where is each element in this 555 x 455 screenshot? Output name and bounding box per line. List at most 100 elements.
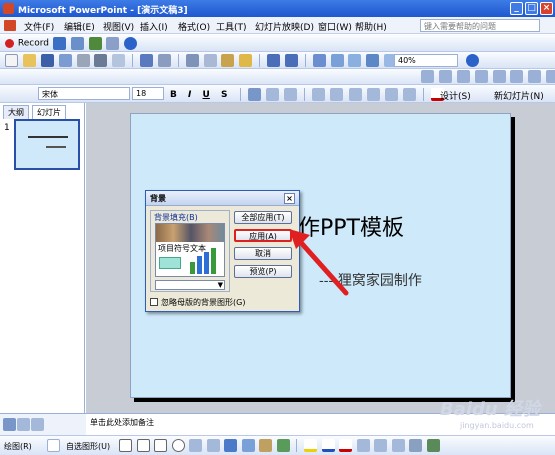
- tab-outline[interactable]: 大纲: [3, 105, 29, 119]
- menu-insert[interactable]: 插入(I): [140, 20, 168, 33]
- shadow-button[interactable]: S: [221, 90, 227, 100]
- permission-icon[interactable]: [58, 54, 72, 67]
- copy-icon[interactable]: [203, 54, 217, 67]
- arrow-style-icon[interactable]: [391, 439, 405, 452]
- undo-icon[interactable]: [267, 54, 280, 67]
- picture-icon-2[interactable]: [438, 70, 452, 83]
- 3d-style-icon[interactable]: [426, 439, 440, 452]
- font-color-icon-2[interactable]: [339, 439, 353, 452]
- slide-thumbnail[interactable]: [14, 119, 80, 170]
- picture-icon-6[interactable]: [510, 70, 524, 83]
- clipart-icon[interactable]: [259, 439, 273, 452]
- grid-icon[interactable]: [366, 54, 380, 67]
- vertical-textbox-icon[interactable]: [206, 439, 220, 452]
- omit-master-graphics-checkbox[interactable]: [150, 298, 158, 306]
- increase-indent-icon[interactable]: [403, 88, 416, 101]
- autoshapes-menu[interactable]: 自选图形(U): [66, 441, 110, 452]
- help-icon-2[interactable]: [466, 54, 479, 67]
- minimize-button[interactable]: _: [510, 2, 523, 15]
- slide-sorter-icon[interactable]: [17, 418, 30, 431]
- chart-icon[interactable]: [312, 54, 326, 67]
- paste-icon[interactable]: [221, 54, 235, 67]
- align-right-icon[interactable]: [284, 88, 298, 101]
- dash-style-icon[interactable]: [374, 439, 388, 452]
- menu-format[interactable]: 格式(O): [178, 20, 210, 33]
- maximize-button[interactable]: □: [525, 2, 538, 15]
- menu-help[interactable]: 帮助(H): [355, 20, 387, 33]
- spelling-icon[interactable]: [140, 54, 153, 67]
- picture-icon-3[interactable]: [456, 70, 470, 83]
- wordart-icon[interactable]: [224, 439, 238, 452]
- slideshow-icon[interactable]: [31, 418, 44, 431]
- rectangle-icon[interactable]: [154, 439, 168, 452]
- new-slide-button[interactable]: 新幻灯片(N): [494, 89, 544, 102]
- font-size-select[interactable]: 18: [132, 87, 164, 100]
- email-icon[interactable]: [76, 54, 90, 67]
- normal-view-icon[interactable]: [3, 418, 16, 431]
- textbox-icon[interactable]: [189, 439, 203, 452]
- help-search-input[interactable]: 键入需要帮助的问题: [420, 19, 540, 32]
- research-icon[interactable]: [157, 54, 171, 67]
- bullets-icon[interactable]: [330, 88, 344, 101]
- close-button[interactable]: ×: [540, 2, 553, 15]
- dialog-close-button[interactable]: ×: [284, 193, 295, 204]
- picture-icon-7[interactable]: [528, 70, 542, 83]
- macro-icon[interactable]: [52, 37, 66, 50]
- slides-panel: 大纲 幻灯片 1: [0, 103, 85, 413]
- italic-button[interactable]: I: [188, 90, 191, 100]
- menu-view[interactable]: 视图(V): [103, 20, 134, 33]
- menu-edit[interactable]: 编辑(E): [64, 20, 95, 33]
- redo-icon[interactable]: [284, 54, 298, 67]
- font-name-select[interactable]: 宋体: [38, 87, 130, 100]
- edit-icon[interactable]: [70, 37, 84, 50]
- table-icon[interactable]: [330, 54, 344, 67]
- decrease-indent-icon[interactable]: [384, 88, 398, 101]
- arrow-icon[interactable]: [136, 439, 150, 452]
- cancel-button[interactable]: 取消: [234, 247, 292, 260]
- align-center-icon[interactable]: [265, 88, 279, 101]
- numbering-icon[interactable]: [312, 88, 326, 101]
- line-style-icon[interactable]: [356, 439, 370, 452]
- shadow-style-icon[interactable]: [409, 439, 423, 452]
- format-painter-icon[interactable]: [239, 54, 253, 67]
- zoom-select[interactable]: 40%: [394, 54, 458, 67]
- decrease-font-icon[interactable]: [366, 88, 380, 101]
- print-preview-icon[interactable]: [112, 54, 126, 67]
- fill-color-select[interactable]: ▼: [155, 280, 225, 290]
- menu-window[interactable]: 窗口(W): [318, 20, 352, 33]
- diagram-icon[interactable]: [241, 439, 255, 452]
- picture-icon-5[interactable]: [492, 70, 506, 83]
- tables-borders-icon[interactable]: [348, 54, 362, 67]
- new-icon[interactable]: [5, 54, 18, 67]
- print-icon[interactable]: [94, 54, 108, 67]
- tab-slides[interactable]: 幻灯片: [32, 105, 66, 119]
- line-icon[interactable]: [119, 439, 132, 452]
- select-objects-icon[interactable]: [47, 439, 60, 452]
- picture-icon-1[interactable]: [421, 70, 434, 83]
- menu-tools[interactable]: 工具(T): [216, 20, 247, 33]
- align-left-icon[interactable]: [247, 88, 261, 101]
- record-button[interactable]: Record: [18, 39, 49, 49]
- options-icon[interactable]: [106, 37, 120, 50]
- save-icon[interactable]: [40, 54, 54, 67]
- oval-icon[interactable]: [171, 439, 185, 452]
- open-icon[interactable]: [22, 54, 36, 67]
- fill-color-icon[interactable]: [304, 439, 318, 452]
- picture-icon-4[interactable]: [474, 70, 488, 83]
- draw-menu[interactable]: 绘图(R): [4, 441, 32, 452]
- underline-button[interactable]: U: [203, 90, 210, 100]
- preview-button[interactable]: 预览(P): [234, 265, 292, 278]
- help-icon[interactable]: [124, 37, 138, 50]
- menu-file[interactable]: 文件(F): [24, 20, 54, 33]
- apply-button[interactable]: 应用(A): [234, 229, 292, 242]
- bold-button[interactable]: B: [170, 90, 177, 100]
- increase-font-icon[interactable]: [348, 88, 362, 101]
- insert-picture-icon[interactable]: [276, 439, 290, 452]
- menu-slideshow[interactable]: 幻灯片放映(D): [255, 20, 314, 33]
- picture-icon-8[interactable]: [546, 70, 555, 83]
- line-color-icon[interactable]: [321, 439, 335, 452]
- play-icon[interactable]: [88, 37, 102, 50]
- apply-all-button[interactable]: 全部应用(T): [234, 211, 292, 224]
- cut-icon[interactable]: [185, 54, 199, 67]
- design-button[interactable]: 设计(S): [440, 89, 471, 102]
